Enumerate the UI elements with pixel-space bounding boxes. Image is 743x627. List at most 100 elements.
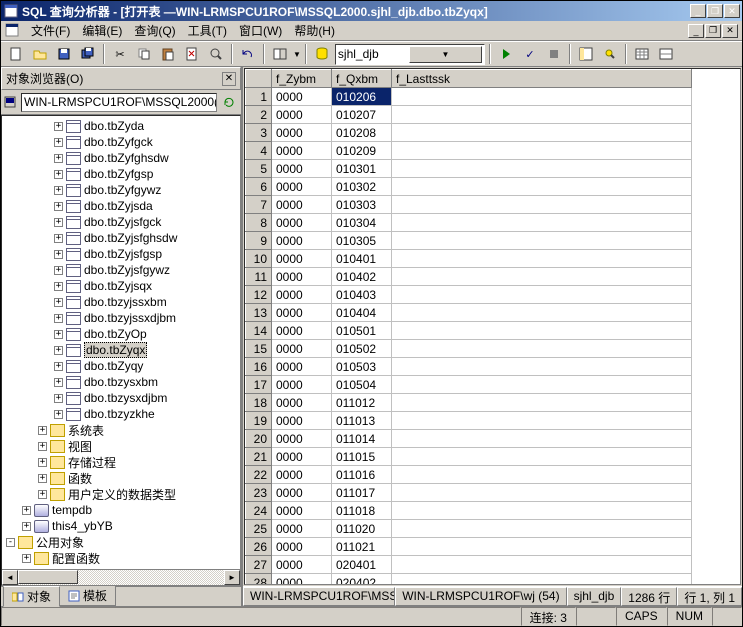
grid-cell[interactable] [392,232,692,250]
grid-row[interactable]: 90000010305 [246,232,692,250]
grid-cell[interactable]: 0000 [272,214,332,232]
parse-button[interactable]: ✓ [519,43,541,65]
grid-cell[interactable]: 020402 [332,574,392,586]
open-button[interactable] [29,43,51,65]
tree-table-item[interactable]: +dbo.tbZyjsqx [2,278,240,294]
grid-cell[interactable]: 011016 [332,466,392,484]
expander-icon[interactable]: + [38,490,47,499]
grid-cell[interactable] [392,376,692,394]
grid-row-header[interactable]: 7 [246,196,272,214]
grid-cell[interactable] [392,106,692,124]
grid-cell[interactable]: 0000 [272,88,332,106]
expander-icon[interactable]: + [54,282,63,291]
grid-row[interactable]: 200000011014 [246,430,692,448]
grid-row-header[interactable]: 18 [246,394,272,412]
grid-row-header[interactable]: 25 [246,520,272,538]
expander-icon[interactable]: + [54,250,63,259]
grid-cell[interactable]: 010206 [332,88,392,106]
grid-cell[interactable]: 0000 [272,340,332,358]
grid-row[interactable]: 150000010502 [246,340,692,358]
cut-button[interactable]: ✂ [109,43,131,65]
tree-category-item[interactable]: +配置函数 [2,550,240,566]
database-selector[interactable]: sjhl_djb ▼ [335,44,485,65]
grid-cell[interactable] [392,430,692,448]
expander-icon[interactable]: + [54,186,63,195]
tree-table-item[interactable]: +dbo.tbZyda [2,118,240,134]
execute-button[interactable] [495,43,517,65]
menu-query[interactable]: 查询(Q) [128,20,181,41]
grid-cell[interactable]: 0000 [272,412,332,430]
menu-window[interactable]: 窗口(W) [233,20,288,41]
expander-icon[interactable]: + [54,170,63,179]
grid-row[interactable]: 230000011017 [246,484,692,502]
grid-row-header[interactable]: 6 [246,178,272,196]
grid-cell[interactable]: 0000 [272,232,332,250]
grid-cell[interactable]: 010504 [332,376,392,394]
expander-icon[interactable]: - [6,538,15,547]
grid-cell[interactable]: 010208 [332,124,392,142]
grid-cell[interactable]: 0000 [272,394,332,412]
grid-row[interactable]: 130000010404 [246,304,692,322]
grid-row-header[interactable]: 5 [246,160,272,178]
tree-table-item[interactable]: +dbo.tbZyfgck [2,134,240,150]
tree-table-item[interactable]: +dbo.tbZyfgywz [2,182,240,198]
clear-button[interactable] [181,43,203,65]
tree-table-item[interactable]: +dbo.tbZyqx [2,342,240,358]
grid-column-header[interactable]: f_Lasttssk [392,70,692,88]
tree-table-item[interactable]: +dbo.tbzyzkhe [2,406,240,422]
chevron-down-icon[interactable]: ▼ [409,46,482,63]
grid-row-header[interactable]: 12 [246,286,272,304]
grid-cell[interactable] [392,322,692,340]
grid-cell[interactable]: 0000 [272,160,332,178]
grid-row[interactable]: 250000011020 [246,520,692,538]
grid-cell[interactable] [392,394,692,412]
grid-row[interactable]: 260000011021 [246,538,692,556]
grid-cell[interactable] [392,538,692,556]
tree-table-item[interactable]: +dbo.tbzyjssxbm [2,294,240,310]
cancel-exec-button[interactable] [543,43,565,65]
grid-cell[interactable]: 011020 [332,520,392,538]
grid-row[interactable]: 160000010503 [246,358,692,376]
grid-cell[interactable]: 011015 [332,448,392,466]
grid-cell[interactable]: 0000 [272,448,332,466]
grid-cell[interactable]: 0000 [272,376,332,394]
undo-button[interactable] [237,43,259,65]
grid-cell[interactable] [392,196,692,214]
mdi-minimize-button[interactable]: _ [688,24,704,38]
grid-cell[interactable]: 0000 [272,466,332,484]
grid-row-header[interactable]: 4 [246,142,272,160]
expander-icon[interactable]: + [54,346,63,355]
grid-cell[interactable] [392,520,692,538]
expander-icon[interactable]: + [54,330,63,339]
grid-row[interactable]: 80000010304 [246,214,692,232]
tree-table-item[interactable]: +dbo.tbzysxbm [2,374,240,390]
scroll-track[interactable] [18,570,224,585]
grid-cell[interactable]: 0000 [272,106,332,124]
grid-cell[interactable] [392,142,692,160]
tab-templates[interactable]: 模板 [59,585,116,606]
grid-cell[interactable]: 010305 [332,232,392,250]
grid-cell[interactable]: 010404 [332,304,392,322]
grid-row[interactable]: 280000020402 [246,574,692,586]
grid-row[interactable]: 30000010208 [246,124,692,142]
tree-table-item[interactable]: +dbo.tbZyjsfghsdw [2,230,240,246]
grid-cell[interactable]: 010303 [332,196,392,214]
grid-cell[interactable] [392,286,692,304]
tree-database-item[interactable]: +tempdb [2,502,240,518]
grid-cell[interactable] [392,502,692,520]
grid-cell[interactable] [392,340,692,358]
tree-table-item[interactable]: +dbo.tbZyjsfgsp [2,246,240,262]
tree-table-item[interactable]: +dbo.tbzyjssxdjbm [2,310,240,326]
grid-row[interactable]: 210000011015 [246,448,692,466]
expander-icon[interactable]: + [38,426,47,435]
grid-row-header[interactable]: 27 [246,556,272,574]
expander-icon[interactable]: + [54,394,63,403]
grid-cell[interactable] [392,466,692,484]
grid-cell[interactable]: 0000 [272,538,332,556]
object-tree[interactable]: +dbo.tbZyda+dbo.tbZyfgck+dbo.tbZyfghsdw+… [1,115,241,586]
grid-row[interactable]: 120000010403 [246,286,692,304]
grid-column-header[interactable]: f_Qxbm [332,70,392,88]
grid-row-header[interactable]: 1 [246,88,272,106]
grid-row[interactable]: 110000010402 [246,268,692,286]
tree-folder-item[interactable]: +系统表 [2,422,240,438]
